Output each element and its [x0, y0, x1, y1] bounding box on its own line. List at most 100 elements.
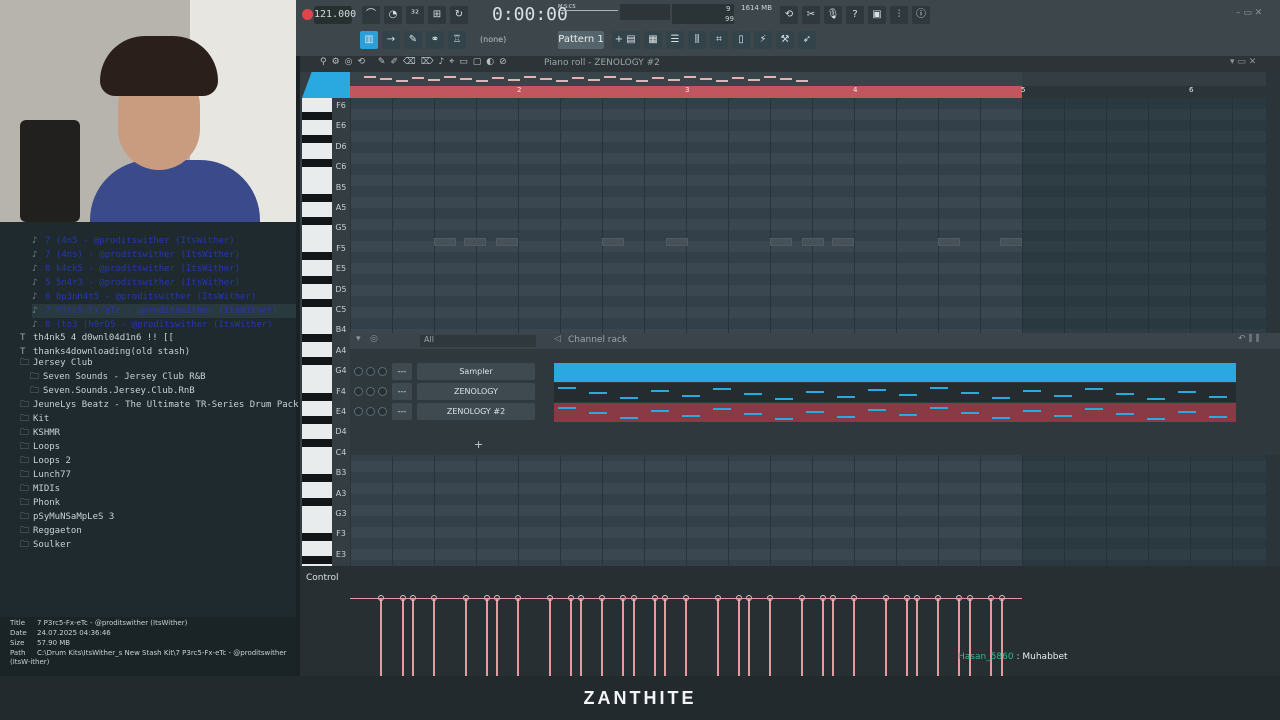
browser-item[interactable]: 🗀 Seven Sounds - Jersey Club R&B [30, 370, 296, 384]
channel-pattern-strip[interactable] [554, 383, 1236, 402]
channel-filter[interactable]: All [420, 335, 536, 347]
ghost-note[interactable] [434, 238, 456, 246]
browser-item[interactable]: 🗀 Jersey Club [20, 356, 296, 370]
vertical-scrollbar[interactable] [1266, 72, 1280, 566]
velocity-bar[interactable] [496, 598, 498, 676]
piano-black-key[interactable] [302, 298, 332, 307]
pan-knob[interactable] [366, 387, 375, 396]
piano-black-key[interactable] [302, 392, 332, 401]
browser-item[interactable]: 🗀 Loops [20, 440, 296, 454]
browser-item[interactable]: 🗀 Seven.Sounds.Jersey.Club.RnB [30, 384, 296, 398]
velocity-bar[interactable] [958, 598, 960, 676]
piano-keyboard[interactable] [302, 98, 332, 566]
wait-record-icon[interactable]: ◔ [384, 6, 402, 24]
velocity-bar[interactable] [549, 598, 551, 676]
microphone-icon[interactable]: 🎙 [824, 6, 842, 24]
rack-settings-icon[interactable]: ◎ [370, 334, 378, 344]
velocity-bar[interactable] [622, 598, 624, 676]
piano-roll-tools[interactable]: ⚲⚙◎⟲ ✎✐⌫⌦♪⌖▭▢◐⊘ [320, 57, 512, 67]
stamp-icon[interactable]: ♖ [448, 31, 466, 49]
velocity-bar[interactable] [748, 598, 750, 676]
piano-black-key[interactable] [302, 334, 332, 342]
channel-button[interactable]: ZENOLOGY #2 [417, 403, 535, 420]
piano-black-key[interactable] [302, 439, 332, 448]
piano-black-key[interactable] [302, 532, 332, 541]
template-icon[interactable]: ➶ [798, 31, 816, 49]
browser-item[interactable]: 🗀 pSyMuNSaMpLeS 3 [20, 510, 296, 524]
piano-black-key[interactable] [302, 193, 332, 202]
preset-select[interactable]: (none) [480, 31, 526, 49]
browser-item[interactable]: ♪ 8 k4ck5 - @proditswither (ItsWither) [32, 262, 296, 276]
browser-item[interactable]: ♪ 7 (4n5 - @proditswither (ItsWither) [32, 234, 296, 248]
velocity-bar[interactable] [517, 598, 519, 676]
browser-item[interactable]: 🗀 KSHMR [20, 426, 296, 440]
add-channel-button[interactable]: + [474, 438, 483, 451]
velocity-bar[interactable] [570, 598, 572, 676]
piano-roll-window-controls[interactable]: ▾ ▭ ✕ [1230, 57, 1256, 67]
mixer-icon[interactable]: ⫶ [890, 6, 908, 24]
tools-icon[interactable]: ⚒ [776, 31, 794, 49]
browser-item[interactable]: ♪ 7 (4ns) - @proditswither (ItsWither) [32, 248, 296, 262]
metronome-icon[interactable]: ⌒ [362, 6, 380, 24]
velocity-bar[interactable] [937, 598, 939, 676]
channel-rack-icon[interactable]: ▦ [644, 31, 662, 49]
arrow-right-icon[interactable]: → [382, 31, 400, 49]
note-grid-outside[interactable] [1022, 98, 1266, 566]
browser-item[interactable]: 🗀 Kit [20, 412, 296, 426]
velocity-bar[interactable] [906, 598, 908, 676]
mute-led[interactable] [354, 407, 363, 416]
plugin-icon[interactable]: ⚡ [754, 31, 772, 49]
velocity-bar[interactable] [380, 598, 382, 676]
velocity-bar[interactable] [433, 598, 435, 676]
playlist-icon[interactable]: ▤ [622, 31, 640, 49]
volume-knob[interactable] [378, 407, 387, 416]
piano-black-key[interactable] [302, 357, 332, 366]
browser-item[interactable]: ♪ 8 (to3 (h0rD5 - @proditswither (ItsWith… [32, 318, 296, 332]
volume-knob[interactable] [378, 367, 387, 376]
velocity-bar[interactable] [402, 598, 404, 676]
mixer-track-button[interactable]: --- [392, 403, 412, 420]
pan-knob[interactable] [366, 367, 375, 376]
velocity-bar[interactable] [832, 598, 834, 676]
ghost-note[interactable] [832, 238, 854, 246]
countdown-icon[interactable]: ³² [406, 6, 424, 24]
browser-item[interactable]: Tth4nk5 4 d0wnl04d1n6 !! [[ [20, 331, 296, 345]
pan-knob[interactable] [366, 407, 375, 416]
volume-knob[interactable] [378, 387, 387, 396]
song-time[interactable]: 0:00:00 [492, 4, 568, 26]
browser-item[interactable]: 🗀 MIDIs [20, 482, 296, 496]
browser-icon[interactable]: ▯ [732, 31, 750, 49]
velocity-bar[interactable] [412, 598, 414, 676]
velocity-bar[interactable] [1001, 598, 1003, 676]
velocity-bar[interactable] [717, 598, 719, 676]
mute-led[interactable] [354, 387, 363, 396]
velocity-bar[interactable] [769, 598, 771, 676]
rack-window-controls[interactable]: ↶ ⫼ ⫼ [1238, 334, 1260, 344]
piano-black-key[interactable] [302, 275, 332, 284]
velocity-bar[interactable] [601, 598, 603, 676]
help-icon[interactable]: ? [846, 6, 864, 24]
mute-led[interactable] [354, 367, 363, 376]
note-grid[interactable] [350, 98, 1022, 566]
velocity-bar[interactable] [654, 598, 656, 676]
rack-menu-icon[interactable]: ▾ [356, 334, 361, 344]
channel-pattern-strip[interactable] [554, 363, 1236, 382]
browser-item[interactable]: 🗀 Soulker [20, 538, 296, 552]
plugin-db-icon[interactable]: ⌗ [710, 31, 728, 49]
velocity-bar[interactable] [738, 598, 740, 676]
ghost-note[interactable] [602, 238, 624, 246]
channel-button[interactable]: ZENOLOGY [417, 383, 535, 400]
piano-black-key[interactable] [302, 415, 332, 424]
cut-icon[interactable]: ✂ [802, 6, 820, 24]
piano-black-key[interactable] [302, 252, 332, 261]
ghost-note[interactable] [464, 238, 486, 246]
pattern-selector[interactable]: Pattern 1 [558, 31, 604, 49]
piano-black-key[interactable] [302, 135, 332, 144]
browser-item[interactable]: ♪ 5 5n4r3 - @proditswither (ItsWither) [32, 276, 296, 290]
browser-item[interactable]: 🗀 Reggaeton [20, 524, 296, 538]
tempo-display[interactable]: 121.000 [314, 6, 356, 24]
piano-black-key[interactable] [302, 556, 332, 565]
channel-pattern-strip[interactable] [554, 403, 1236, 422]
loop-record-icon[interactable]: ↻ [450, 6, 468, 24]
piano-roll-button[interactable]: ▥ [360, 31, 378, 49]
